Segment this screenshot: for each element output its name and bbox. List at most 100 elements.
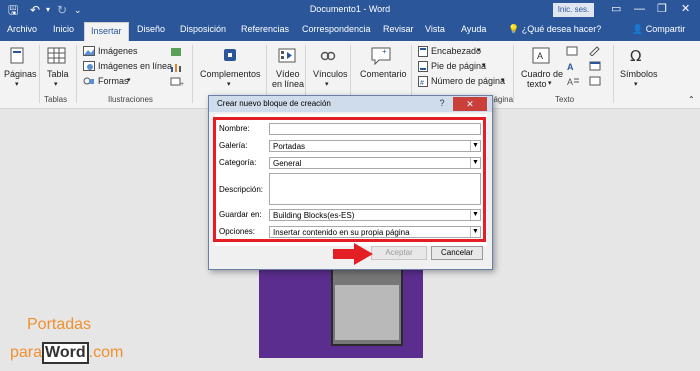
text-box-label-1[interactable]: Cuadro de xyxy=(521,69,563,79)
group-label-texto: Texto xyxy=(555,95,575,104)
close-window-icon[interactable]: ✕ xyxy=(681,2,690,16)
chart-icon xyxy=(171,64,181,72)
minimize-icon[interactable]: — xyxy=(634,2,645,16)
tab-inicio[interactable]: Inicio xyxy=(53,24,74,34)
header-dropdown-icon[interactable]: ▾ xyxy=(477,46,481,54)
separator xyxy=(39,45,40,103)
separator xyxy=(192,45,193,103)
watermark-word: Word xyxy=(42,342,89,364)
table-dropdown-icon[interactable]: ▾ xyxy=(54,80,58,88)
online-pictures-icon xyxy=(83,61,95,71)
symbols-button[interactable]: Símbolos xyxy=(620,69,658,79)
header-button[interactable]: Encabezado xyxy=(431,46,481,56)
footer-icon xyxy=(418,61,428,72)
comment-button[interactable]: Comentario xyxy=(360,69,407,79)
omega-icon: Ω xyxy=(630,47,641,64)
quick-parts-icon xyxy=(566,46,578,56)
separator xyxy=(513,45,514,103)
svg-text:Ω: Ω xyxy=(630,47,641,64)
comment-icon: + xyxy=(371,47,391,66)
text-box-dropdown-icon[interactable]: ▾ xyxy=(548,79,552,87)
tab-archivo[interactable]: Archivo xyxy=(7,24,37,34)
sign-in-button[interactable]: Inic. ses. xyxy=(553,3,594,17)
separator xyxy=(613,45,614,103)
document-title: Documento1 - Word xyxy=(309,4,391,14)
tab-vista[interactable]: Vista xyxy=(425,24,445,34)
svg-text:#: # xyxy=(420,80,424,87)
pages-icon xyxy=(10,47,24,64)
group-label-ilustraciones: Ilustraciones xyxy=(108,95,153,104)
table-icon xyxy=(47,47,66,64)
online-video-icon xyxy=(278,48,296,63)
tab-insertar[interactable]: Insertar xyxy=(84,22,129,41)
smartart-icon xyxy=(171,48,181,56)
tab-referencias[interactable]: Referencias xyxy=(241,24,289,34)
links-button[interactable]: Vínculos xyxy=(313,69,348,79)
text-box-icon: A xyxy=(532,47,550,64)
links-dropdown-icon[interactable]: ▾ xyxy=(325,80,329,88)
page-number-dropdown-icon[interactable]: ▾ xyxy=(501,76,505,84)
dialog-title-bar: Crear nuevo bloque de creación xyxy=(209,96,492,112)
pictures-button[interactable]: Imágenes xyxy=(98,46,138,56)
tab-ayuda[interactable]: Ayuda xyxy=(461,24,486,34)
online-video-label-1[interactable]: Vídeo xyxy=(276,69,300,79)
object-icon xyxy=(589,76,601,86)
page-number-icon: # xyxy=(418,76,428,87)
tell-me-search[interactable]: 💡 ¿Qué desea hacer? xyxy=(508,24,601,35)
lightbulb-icon: 💡 xyxy=(508,24,520,34)
addins-icon xyxy=(224,49,236,61)
highlight-box xyxy=(213,117,486,242)
addins-dropdown-icon[interactable]: ▾ xyxy=(227,80,231,88)
links-icon xyxy=(320,51,336,61)
tab-disposicion[interactable]: Disposición xyxy=(180,24,226,34)
pages-dropdown-icon[interactable]: ▾ xyxy=(15,80,19,88)
svg-text:A: A xyxy=(567,62,574,71)
footer-button[interactable]: Pie de página xyxy=(431,61,486,71)
shapes-button[interactable]: Formas xyxy=(98,76,129,86)
shapes-dropdown-icon[interactable]: ▾ xyxy=(127,76,131,84)
page-number-button[interactable]: Número de página xyxy=(431,76,505,86)
person-icon: 👤 xyxy=(632,24,644,34)
pages-button[interactable]: Páginas xyxy=(4,69,37,79)
collapse-ribbon-icon[interactable]: ⌃ xyxy=(688,95,695,104)
ribbon-tabs: Archivo Inicio Insertar Diseño Disposici… xyxy=(0,20,700,41)
share-button[interactable]: 👤 Compartir xyxy=(632,24,685,35)
svg-text:A: A xyxy=(567,77,573,86)
svg-text:+: + xyxy=(180,81,184,87)
pictures-icon xyxy=(83,46,95,56)
addins-button[interactable]: Complementos xyxy=(200,69,261,79)
help-icon[interactable]: ? xyxy=(435,98,449,110)
ribbon-display-icon[interactable]: ▭ xyxy=(611,2,621,16)
maximize-icon[interactable]: ❐ xyxy=(657,2,667,16)
accept-button[interactable]: Aceptar xyxy=(371,246,427,260)
dialog-close-icon[interactable]: ✕ xyxy=(453,97,487,111)
wordart-icon: A xyxy=(567,62,574,71)
watermark-portadas: Portadas xyxy=(27,316,92,333)
table-button[interactable]: Tabla xyxy=(47,69,69,79)
text-box-label-2[interactable]: texto xyxy=(527,79,547,89)
cancel-button[interactable]: Cancelar xyxy=(431,246,483,260)
group-label-tablas: Tablas xyxy=(44,95,68,104)
tab-diseno[interactable]: Diseño xyxy=(137,24,165,34)
watermark-com: .com xyxy=(88,344,124,361)
footer-dropdown-icon[interactable]: ▾ xyxy=(482,61,486,69)
dialog-title: Crear nuevo bloque de creación xyxy=(217,99,331,108)
online-pictures-button[interactable]: Imágenes en línea xyxy=(98,61,172,71)
signature-line-icon xyxy=(589,46,600,56)
header-icon xyxy=(418,46,428,57)
tab-revisar[interactable]: Revisar xyxy=(383,24,414,34)
symbols-dropdown-icon[interactable]: ▾ xyxy=(634,80,638,88)
separator xyxy=(76,45,77,103)
title-bar: 🖫 ↶ ▾ ↻ ⌄ Documento1 - Word Inic. ses. ▭… xyxy=(0,0,700,20)
share-label: Compartir xyxy=(645,24,686,34)
online-video-label-2[interactable]: en línea xyxy=(272,79,304,89)
date-time-icon xyxy=(589,61,601,71)
screenshot-icon: + xyxy=(170,77,184,87)
tab-correspondencia[interactable]: Correspondencia xyxy=(302,24,371,34)
svg-text:A: A xyxy=(537,51,543,61)
watermark-site: para Word .com xyxy=(10,342,123,364)
watermark-para: para xyxy=(10,344,43,361)
drop-cap-icon: A xyxy=(567,77,579,86)
shapes-icon xyxy=(83,77,94,85)
svg-text:+: + xyxy=(382,47,387,56)
